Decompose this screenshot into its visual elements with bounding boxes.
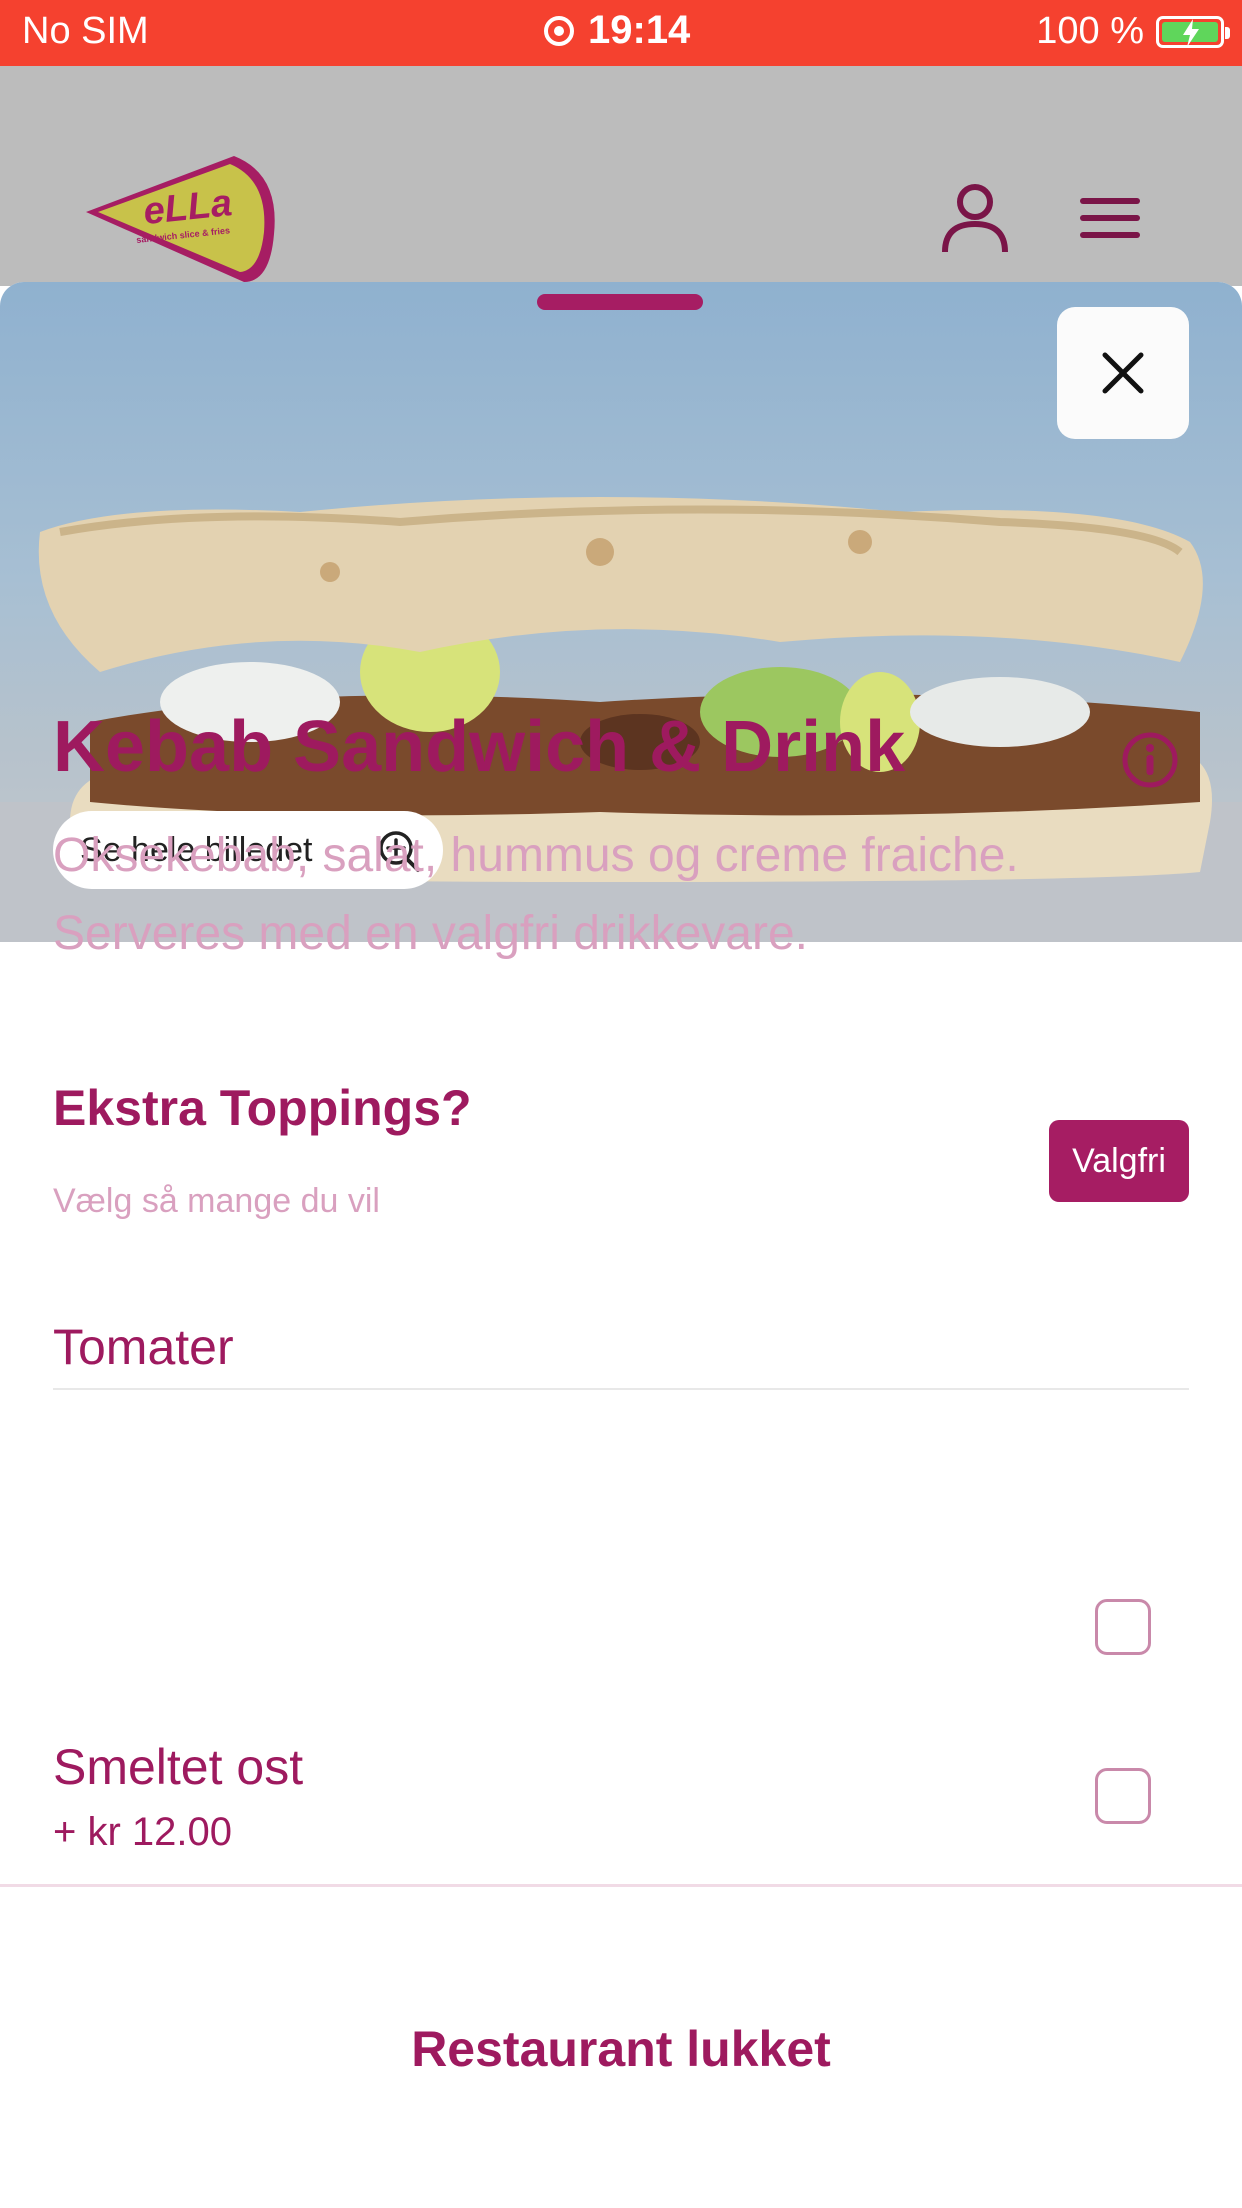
optional-badge: Valgfri [1049,1120,1189,1202]
toppings-section-subtitle: Vælg så mange du vil [53,1182,380,1220]
status-bar: No SIM 19:14 100 % [0,0,1242,66]
status-right: 100 % [1036,10,1230,53]
product-title: Kebab Sandwich & Drink [53,707,906,787]
topping-option-label: Smeltet ost [53,1739,304,1795]
topping-option-tomater[interactable]: Tomater [53,1318,1189,1390]
restaurant-closed-label: Restaurant lukket [411,2021,831,2077]
ella-logo[interactable]: eLLa sandwich slice & fries [84,154,284,289]
product-description: Oksekebab, salat, hummus og creme fraich… [53,829,1019,960]
product-modal-sheet: Se hele billedet [0,282,1242,2208]
footer-divider [0,1884,1242,1887]
topping-option-price: + kr 12.00 [53,1810,233,1854]
battery-icon [1156,15,1230,48]
app-header: eLLa sandwich slice & fries [0,66,1242,286]
menu-icon[interactable] [1078,196,1142,245]
toppings-section-title: Ekstra Toppings? [53,1080,472,1136]
clock: 19:14 [588,8,691,52]
topping-option-label: Tomater [53,1319,234,1375]
topping-option-smeltet-ost[interactable]: Smeltet ost + kr 12.00 [53,1738,1189,1855]
close-icon [1102,352,1144,394]
user-icon[interactable] [940,184,1010,259]
info-icon[interactable] [1120,730,1180,795]
battery-percent: 100 % [1036,10,1144,52]
carrier-label: No SIM [22,10,149,52]
status-center: 19:14 [544,8,690,53]
drag-handle[interactable] [537,294,703,310]
topping-checkbox-tomater[interactable] [1095,1599,1151,1655]
location-tracking-icon [544,15,574,46]
close-button[interactable] [1057,307,1189,439]
topping-checkbox-smeltet-ost[interactable] [1095,1768,1151,1824]
